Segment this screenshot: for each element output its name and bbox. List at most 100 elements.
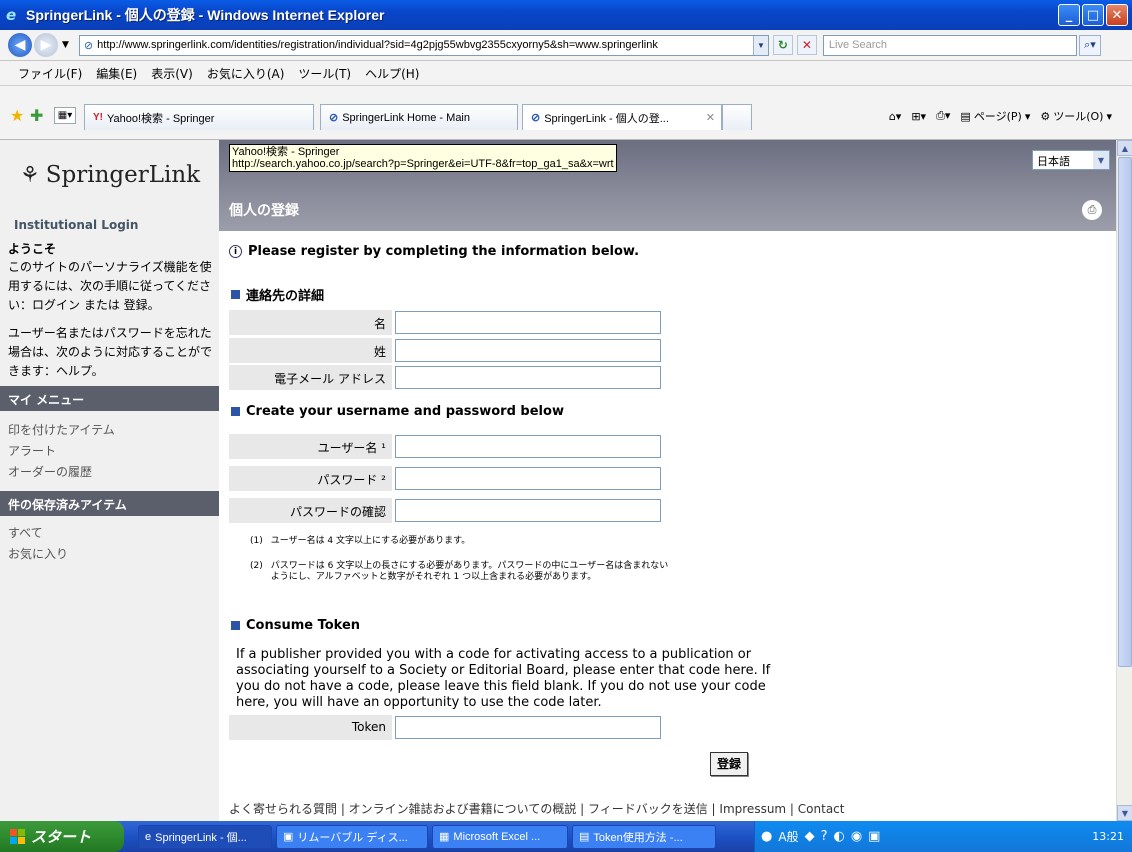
menu-edit[interactable]: 編集(E) (96, 65, 137, 82)
menu-tools[interactable]: ツール(T) (298, 65, 351, 82)
menu-view[interactable]: 表示(V) (151, 65, 193, 82)
back-button[interactable]: ◀ (8, 33, 32, 57)
token-row: Token (229, 715, 661, 740)
task-removable-disk[interactable]: ▣ リムーバブル ディス... (276, 824, 428, 849)
system-tray: ● A般 ◆ ? ◐ ◉ ▣ 13:21 (754, 821, 1132, 852)
account-section-heading: Create your username and password below (231, 404, 564, 419)
feeds-button[interactable]: ⊞▾ (911, 110, 926, 123)
token-section-heading: Consume Token (231, 618, 360, 633)
tab-bar: ★ ✚ ▦▾ Y! Yahoo!検索 - Springer ⊘ Springer… (0, 86, 1132, 140)
clock: 13:21 (1092, 830, 1124, 843)
favorites-star-icon[interactable]: ★ (10, 106, 24, 125)
sidebar-item-all[interactable]: すべて (8, 524, 43, 541)
username-row: ユーザー名 ¹ (229, 434, 661, 459)
contact-section-heading: 連絡先の詳細 (231, 285, 324, 304)
ie-logo-icon: e (6, 6, 17, 24)
quick-tabs-icon[interactable]: ▦▾ (54, 107, 76, 124)
menu-favorites[interactable]: お気に入り(A) (207, 65, 285, 82)
last-name-label: 姓 (229, 338, 392, 363)
help-icon[interactable]: ? (821, 829, 828, 844)
windows-flag-icon (10, 829, 25, 844)
scroll-thumb[interactable] (1118, 157, 1132, 667)
start-button[interactable]: スタート (0, 821, 124, 852)
page-menu-button[interactable]: ▤ ページ(P) ▾ (960, 108, 1030, 124)
tab-springerlink-register[interactable]: ⊘ SpringerLink - 個人の登... ✕ (522, 104, 722, 130)
home-button[interactable]: ⌂▾ (889, 110, 902, 123)
forward-button[interactable]: ▶ (34, 33, 58, 57)
scroll-up-icon[interactable]: ▲ (1117, 140, 1132, 156)
sidebar-item-order-history[interactable]: オーダーの履歴 (8, 463, 92, 480)
register-button[interactable]: 登録 (710, 752, 749, 776)
springerlink-logo[interactable]: ⚘ SpringerLink (20, 162, 200, 188)
saved-items-header: 件の保存済みアイテム (0, 491, 219, 516)
search-input[interactable]: Live Search (822, 34, 1077, 56)
page-title: 個人の登録 (229, 203, 299, 219)
tab-springerlink-home[interactable]: ⊘ SpringerLink Home - Main (320, 104, 518, 130)
window-controls: _ □ ✕ (1058, 4, 1128, 26)
confirm-password-field[interactable] (395, 499, 661, 522)
close-window-button[interactable]: ✕ (1106, 4, 1128, 26)
password-row: パスワード ² (229, 466, 661, 491)
close-tab-icon[interactable]: ✕ (706, 111, 715, 124)
task-excel[interactable]: ▦ Microsoft Excel ... (432, 824, 568, 849)
username-label: ユーザー名 ¹ (229, 434, 392, 459)
ime-icon[interactable]: ◆ (805, 829, 815, 844)
print-button[interactable]: ⎙▾ (936, 109, 950, 123)
personalize-text: このサイトのパーソナライズ機能を使用するには、次の手順に従ってください：ログイン… (8, 260, 212, 312)
forgot-password-text: ユーザー名またはパスワードを忘れた場合は、次のように対応することができます：ヘル… (8, 326, 213, 378)
footer-links[interactable]: よく寄せられる質問 | オンライン雑誌および書籍についての概説 | フィードバッ… (229, 800, 844, 817)
title-bar: e SpringerLink - 個人の登録 - Windows Interne… (0, 0, 1132, 30)
email-row: 電子メール アドレス (229, 365, 661, 390)
print-icon[interactable]: ⎙ (1082, 200, 1102, 220)
task-springerlink[interactable]: e SpringerLink - 個... (138, 824, 272, 849)
page-icon: ⊘ (531, 112, 541, 124)
refresh-button[interactable]: ↻ (772, 35, 793, 55)
language-select[interactable]: 日本語 ▼ (1032, 150, 1110, 170)
url-dropdown-icon[interactable]: ▼ (752, 35, 768, 55)
search-button[interactable]: ⌕▾ (1078, 34, 1101, 56)
first-name-field[interactable] (395, 311, 661, 334)
info-icon: i (229, 245, 242, 258)
ime-mode-text[interactable]: A般 (778, 828, 798, 845)
sidebar-item-marked[interactable]: 印を付けたアイテム (8, 421, 115, 438)
password-field[interactable] (395, 467, 661, 490)
add-favorites-icon[interactable]: ✚ (30, 106, 43, 125)
maximize-button[interactable]: □ (1082, 4, 1104, 26)
tab-yahoo[interactable]: Y! Yahoo!検索 - Springer (84, 104, 314, 130)
bullet-square-icon (231, 290, 240, 299)
institutional-login-link[interactable]: Institutional Login (14, 218, 138, 232)
ie-icon: e (145, 830, 152, 843)
antivirus-icon[interactable]: ● (761, 829, 772, 844)
bullet-square-icon (231, 407, 240, 416)
stop-button[interactable]: ✕ (796, 35, 817, 55)
url-field[interactable]: ⊘ http://www.springerlink.com/identities… (78, 34, 769, 56)
sidebar-item-alerts[interactable]: アラート (8, 442, 56, 459)
network-icon[interactable]: ◐ (833, 829, 844, 844)
volume-icon[interactable]: ◉ (851, 829, 862, 844)
menu-help[interactable]: ヘルプ(H) (365, 65, 419, 82)
history-dropdown-icon[interactable]: ▼ (62, 40, 69, 50)
username-field[interactable] (395, 435, 661, 458)
page-icon: ⊘ (329, 112, 339, 124)
new-tab-button[interactable] (722, 104, 752, 130)
my-menu-header: マイ メニュー (0, 386, 219, 411)
window-title: SpringerLink - 個人の登録 - Windows Internet … (26, 7, 385, 23)
minimize-button[interactable]: _ (1058, 4, 1080, 26)
menu-bar: ファイル(F) 編集(E) 表示(V) お気に入り(A) ツール(T) ヘルプ(… (0, 61, 1132, 86)
sidebar-item-favorites[interactable]: お気に入り (8, 545, 68, 562)
last-name-field[interactable] (395, 339, 661, 362)
tray-app-icon[interactable]: ▣ (868, 829, 880, 844)
email-field[interactable] (395, 366, 661, 389)
tools-menu-button[interactable]: ⚙ ツール(O) ▾ (1040, 108, 1112, 124)
page-icon: ⊘ (83, 39, 94, 52)
username-note: (1) ユーザー名は 4 文字以上にする必要があります。 (250, 536, 471, 546)
task-token-doc[interactable]: ▤ Token使用方法 -... (572, 824, 716, 849)
menu-file[interactable]: ファイル(F) (18, 65, 82, 82)
vertical-scrollbar[interactable]: ▲ ▼ (1116, 140, 1132, 821)
bullet-square-icon (231, 621, 240, 630)
token-field[interactable] (395, 716, 661, 739)
url-text: http://www.springerlink.com/identities/r… (97, 39, 658, 51)
scroll-down-icon[interactable]: ▼ (1117, 805, 1132, 821)
register-notice: i Please register by completing the info… (229, 244, 639, 259)
chevron-down-icon: ▼ (1093, 151, 1109, 169)
